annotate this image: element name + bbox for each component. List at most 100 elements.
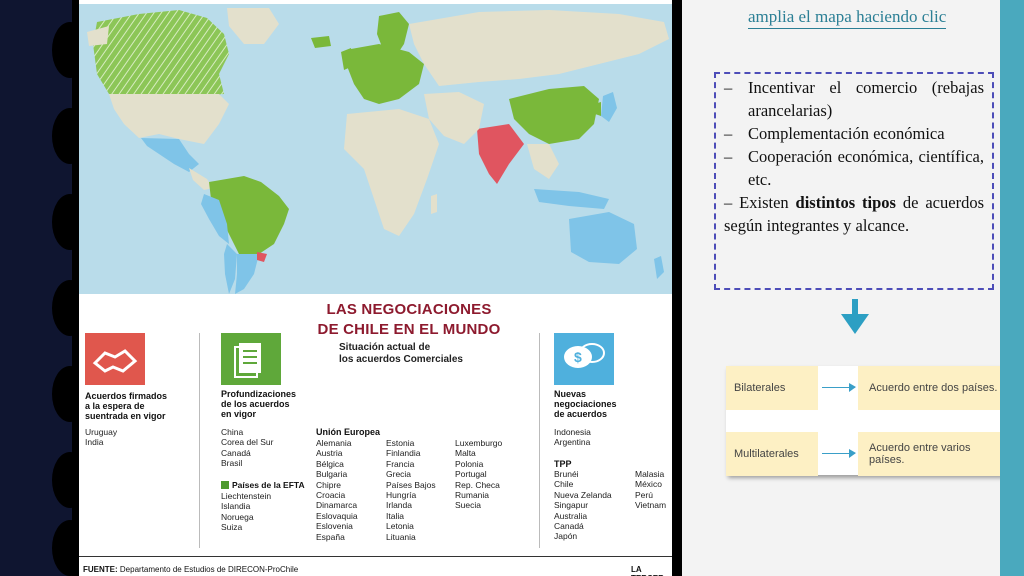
tpp-col2: Malasia México Perú Vietnam [635,469,666,511]
europe-region [347,44,424,104]
list-item: Suiza [221,522,243,533]
world-map[interactable] [79,4,672,294]
category-signed-list: Uruguay India [85,427,117,448]
negotiations-poster[interactable]: LAS NEGOCIACIONES DE CHILE EN EL MUNDO S… [79,0,672,576]
list-item: Argentina [554,437,591,448]
iceland-region [311,36,331,48]
list-item: Lituania [386,531,416,542]
eu-col3: Luxemburgo Malta Polonia Portugal Rep. Checa… [455,438,502,511]
list-item: Alemania [316,438,352,448]
efta-swatch [221,481,229,489]
list-item: Luxemburgo [455,438,503,448]
category-new-list: Indonesia Argentina [554,427,591,448]
type-label: Multilaterales [726,432,818,476]
korea-region [594,102,601,116]
russia-region [409,10,669,86]
category-deepening-title: Profundizaciones de los acuerdos en vigo… [221,389,297,419]
list-item: Rumania [455,490,490,501]
list-item: Vietnam [635,500,667,511]
chile-strip [224,244,237,294]
list-item: Croacia [316,490,346,501]
list-item: Finlandia [386,448,421,459]
africa-region [344,109,439,236]
tpp-title: TPP [554,459,572,469]
list-item: Austria [316,448,343,459]
list-item: Bulgaria [316,469,348,480]
alaska-region [87,26,109,46]
japan-region [601,92,617,122]
list-item: Dinamarca [316,500,358,511]
type-label: Bilaterales [726,366,818,410]
poster-subtitle: Situación actual de los acuerdos Comerci… [339,342,463,365]
objectives-box: – Incentivar el comercio (rebajas arancel… [714,72,994,290]
right-arrow-icon [822,449,856,458]
list-item: Canadá [554,521,584,532]
list-item: Portugal [455,469,487,480]
new-zealand-region [654,256,664,279]
eu-title: Unión Europea [316,427,381,437]
list-item: Chipre [316,479,342,490]
list-item: Italia [386,510,404,521]
list-item: Japón [554,531,578,542]
mexico-region [141,138,199,172]
australia-region [569,212,637,264]
svg-text:$: $ [574,349,582,365]
list-item: España [316,531,345,542]
list-item: Indonesia [554,427,591,437]
list-item: Singapur [554,500,589,511]
uruguay-region [257,252,267,262]
list-item: Noruega [221,511,254,522]
type-description: Acuerdo entre dos países. [858,366,1008,410]
list-item: Malta [455,448,476,459]
list-item: Estonia [386,438,415,448]
list-item: Rep. Checa [455,479,500,490]
right-accent-strip [1000,0,1024,576]
agreement-types-diagram: Bilaterales Acuerdo entre dos países. Mu… [726,366,1008,476]
list-item: Suecia [455,500,481,511]
efta-label: Países de la EFTA [221,480,305,490]
central-america [189,168,213,190]
list-item: Letonia [386,521,414,532]
list-item: Uruguay [85,427,118,437]
list-item: Nueva Zelanda [554,489,612,500]
china-region [509,86,599,144]
list-item: Corea del Sur [221,437,274,448]
argentina-region [235,254,259,294]
types-sentence: – Existen distintos tipos de acuerdos se… [724,193,984,235]
canada-region [93,10,229,96]
list-item: Países Bajos [386,479,436,490]
source-footer: FUENTE: Departamento de Estudios de DIRE… [83,565,299,574]
handshake-icon [85,333,145,385]
list-item: Islandia [221,501,251,512]
list-item: Chile [554,479,574,490]
list-item: Francia [386,458,415,469]
tpp-col1: Brunéi Chile Nueva Zelanda Singapur Australi… [554,469,612,542]
dollar-chat-icon: $ [554,333,614,385]
list-item: Bélgica [316,458,344,469]
eu-col1: Alemania Austria Bélgica Bulgaria Chipre Croa… [316,438,358,542]
eu-col2: Estonia Finlandia Francia Grecia Países Bajo… [386,438,436,542]
list-item: Australia [554,510,588,521]
divider [539,333,540,548]
uk-region [341,48,353,70]
bullet-item: – Incentivar el comercio (rebajas arancel… [724,78,984,120]
newspaper-brand: LA TERCER [631,565,664,576]
divider [199,333,200,548]
down-arrow-head-icon [841,314,869,334]
list-item: Canadá [221,447,251,458]
list-item: Hungría [386,490,417,501]
documents-icon [221,333,281,385]
category-new-title: Nuevas negociaciones de acuerdos [554,389,617,419]
greenland-region [227,8,279,44]
list-item: México [635,479,662,490]
india-region [477,124,524,184]
bullet-item: – Complementación económica [724,124,945,143]
indonesia-region [534,189,609,209]
madagascar [431,194,437,214]
type-row: Multilaterales Acuerdo entre varios país… [726,432,1008,476]
list-item: Polonia [455,458,484,469]
type-description: Acuerdo entre varios países. [858,432,1008,476]
list-item: India [85,437,104,448]
down-arrow-icon [852,299,858,315]
enlarge-map-link[interactable]: amplia el mapa haciendo clic [748,6,947,29]
